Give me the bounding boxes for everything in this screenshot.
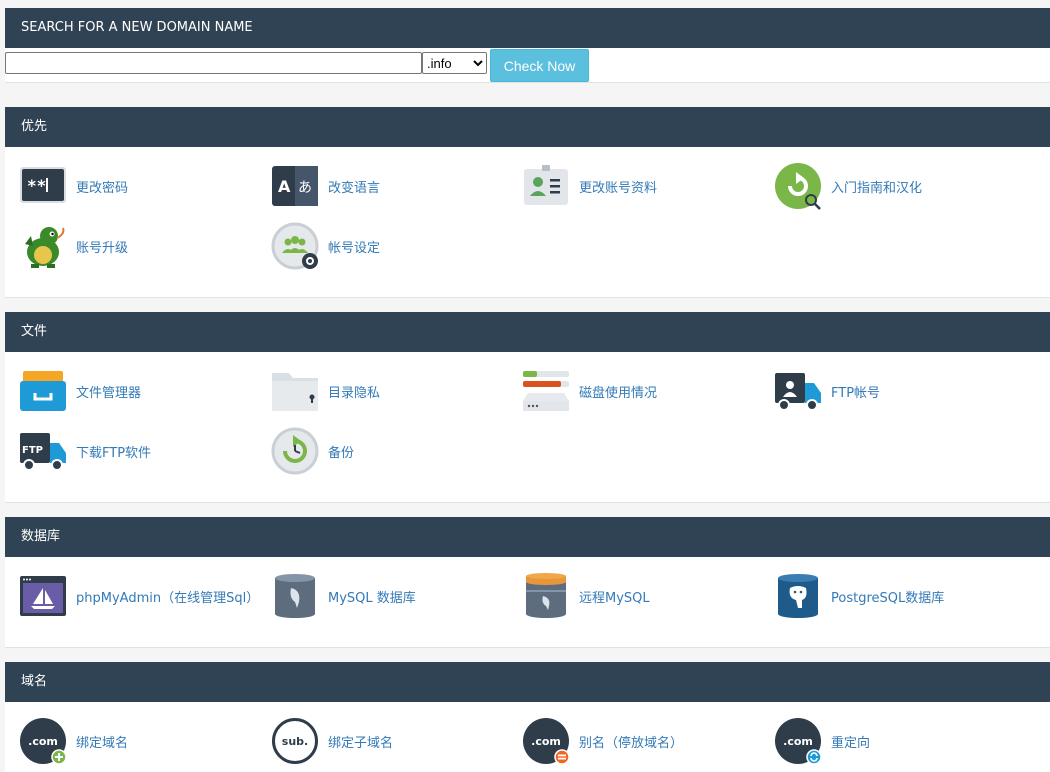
item-change-password[interactable]: ** 更改密码: [19, 162, 128, 210]
section-header-domains: 域名: [5, 662, 1050, 702]
item-label: 绑定子域名: [328, 735, 394, 751]
svg-text:.com: .com: [783, 735, 813, 748]
section-header-databases: 数据库: [5, 517, 1050, 557]
item-directory-privacy[interactable]: 目录隐私: [271, 367, 380, 415]
item-label: 更改密码: [76, 180, 129, 196]
item-account-upgrade[interactable]: 账号升级: [19, 222, 128, 270]
item-redirects[interactable]: .com 重定向: [774, 717, 870, 765]
tld-select[interactable]: .info: [422, 52, 487, 74]
svg-text:.com: .com: [28, 735, 58, 748]
domain-search-title: SEARCH FOR A NEW DOMAIN NAME: [21, 20, 253, 35]
backup-icon: [271, 427, 319, 475]
file-manager-icon: [20, 371, 66, 411]
language-icon: A あ: [272, 166, 318, 206]
svg-text:FTP: FTP: [22, 445, 43, 456]
password-icon: **: [20, 167, 66, 203]
item-label: MySQL 数据库: [328, 590, 416, 606]
item-phpmyadmin[interactable]: phpMyAdmin（在线管理Sql）: [19, 572, 259, 620]
section-title: 数据库: [21, 529, 61, 544]
directory-privacy-icon: [272, 373, 318, 411]
item-label: 目录隐私: [328, 385, 381, 401]
domain-search-row: .info Check Now: [5, 48, 1050, 83]
section-title: 域名: [21, 674, 48, 689]
subdomain-icon: sub.: [272, 718, 318, 764]
item-label: 改变语言: [328, 180, 381, 196]
alias-domain-icon: .com: [523, 718, 570, 765]
item-ftp-accounts[interactable]: FTP帐号: [774, 367, 880, 415]
mysql-icon: [275, 574, 315, 618]
item-mysql-databases[interactable]: MySQL 数据库: [271, 572, 416, 620]
item-label: 帐号设定: [328, 240, 381, 256]
item-disk-usage[interactable]: 磁盘使用情况: [522, 367, 657, 415]
contact-info-icon: [524, 165, 568, 205]
svg-text:sub.: sub.: [282, 735, 308, 748]
section-header-files: 文件: [5, 312, 1050, 352]
item-label: PostgreSQL数据库: [831, 590, 945, 606]
svg-text:**: **: [27, 176, 46, 195]
ftp-download-icon: FTP: [20, 433, 66, 471]
item-getting-started[interactable]: 入门指南和汉化: [774, 162, 922, 210]
redirect-icon: .com: [775, 718, 822, 765]
section-title: 优先: [21, 119, 48, 134]
item-label: 磁盘使用情况: [579, 385, 658, 401]
item-label: 文件管理器: [76, 385, 142, 401]
section-header-preferences: 优先: [5, 107, 1050, 147]
item-label: phpMyAdmin（在线管理Sql）: [76, 590, 260, 606]
domain-search-header: SEARCH FOR A NEW DOMAIN NAME: [5, 8, 1050, 48]
item-subdomains[interactable]: sub. 绑定子域名: [271, 717, 393, 765]
item-label: 入门指南和汉化: [831, 180, 923, 196]
item-account-settings[interactable]: 帐号设定: [271, 222, 380, 270]
item-label: 别名（停放域名）: [579, 735, 684, 751]
getting-started-icon: [775, 163, 821, 210]
check-now-button[interactable]: Check Now: [490, 49, 589, 82]
item-label: 更改账号资料: [579, 180, 658, 196]
phpmyadmin-icon: [20, 576, 66, 616]
ftp-accounts-icon: [775, 373, 821, 411]
item-addon-domains[interactable]: .com 绑定域名: [19, 717, 128, 765]
item-label: FTP帐号: [831, 385, 881, 401]
disk-usage-icon: [523, 371, 569, 411]
user-manager-icon: [271, 222, 319, 270]
remote-mysql-icon: [526, 573, 566, 618]
section-title: 文件: [21, 324, 48, 339]
svg-text:.com: .com: [531, 735, 561, 748]
item-change-language[interactable]: A あ 改变语言: [271, 162, 380, 210]
item-label: 账号升级: [76, 240, 129, 256]
item-remote-mysql[interactable]: 远程MySQL: [522, 572, 650, 620]
item-label: 下载FTP软件: [76, 445, 152, 461]
addon-domain-icon: .com: [20, 718, 67, 765]
item-label: 备份: [328, 445, 355, 461]
postgresql-icon: [778, 574, 818, 618]
dragon-icon: [25, 227, 65, 268]
svg-text:A: A: [278, 177, 291, 196]
item-ftp-software[interactable]: FTP 下载FTP软件: [19, 427, 151, 475]
item-file-manager[interactable]: 文件管理器: [19, 367, 141, 415]
item-label: 重定向: [831, 735, 871, 751]
svg-text:あ: あ: [298, 180, 312, 196]
item-aliases[interactable]: .com 别名（停放域名）: [522, 717, 683, 765]
item-label: 远程MySQL: [579, 590, 650, 606]
domain-search-input[interactable]: [5, 52, 422, 74]
item-postgresql[interactable]: PostgreSQL数据库: [774, 572, 944, 620]
item-contact-info[interactable]: 更改账号资料: [522, 162, 657, 210]
item-label: 绑定域名: [76, 735, 129, 751]
item-backup[interactable]: 备份: [271, 427, 354, 475]
